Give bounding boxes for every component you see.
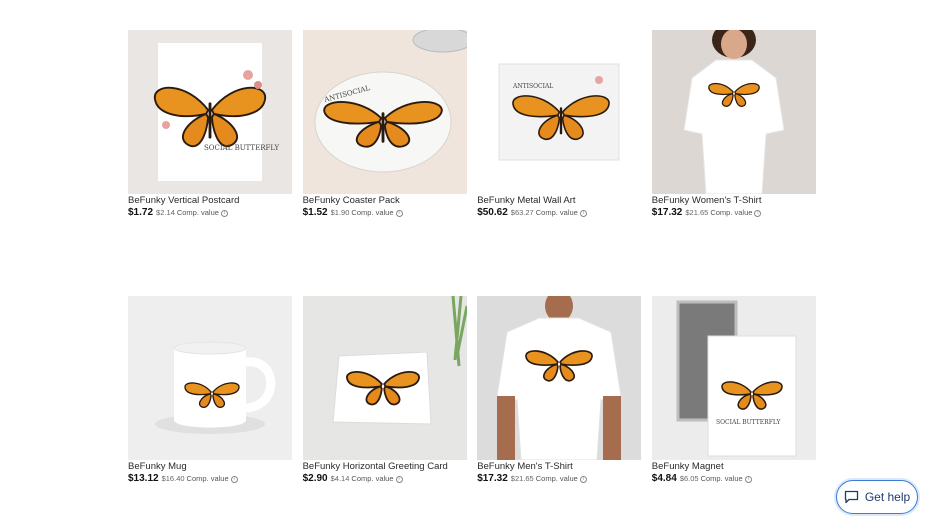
womens-tshirt-image[interactable] — [651, 30, 816, 194]
product-price: $17.32 — [477, 473, 508, 484]
magnet-image[interactable]: SOCIAL BUTTERFLY — [651, 296, 816, 460]
get-help-button[interactable]: Get help — [836, 480, 918, 514]
info-icon[interactable]: i — [395, 210, 403, 217]
product-title[interactable]: BeFunky Coaster Pack — [303, 195, 467, 207]
comp-label: Comp. value — [535, 474, 578, 483]
product-title[interactable]: BeFunky Mug — [128, 461, 292, 473]
comp-label: Comp. value — [710, 208, 753, 217]
product-title[interactable]: BeFunky Magnet — [652, 461, 816, 473]
svg-text:SOCIAL BUTTERFLY: SOCIAL BUTTERFLY — [716, 419, 781, 426]
comp-label: Comp. value — [535, 208, 578, 217]
comp-label: Comp. value — [351, 208, 394, 217]
mug-image[interactable] — [128, 296, 292, 460]
info-icon[interactable]: i — [220, 210, 228, 217]
product-card-magnet[interactable]: SOCIAL BUTTERFLY BeFunky Magnet $4.84 $6… — [651, 296, 816, 485]
product-title[interactable]: BeFunky Vertical Postcard — [128, 195, 292, 207]
comp-label: Comp. value — [176, 208, 219, 217]
comp-label: Comp. value — [700, 474, 743, 483]
price-line: $17.32 $21.65 Comp. value i — [652, 207, 816, 219]
info-icon[interactable]: i — [744, 476, 752, 483]
comp-label: Comp. value — [351, 474, 394, 483]
mens-tshirt-image[interactable] — [477, 296, 642, 460]
comp-price: $1.90 — [330, 208, 350, 217]
greeting-card-image[interactable] — [302, 296, 467, 460]
product-title[interactable]: BeFunky Women's T-Shirt — [652, 195, 816, 207]
product-price: $13.12 — [128, 473, 159, 484]
price-line: $50.62 $63.27 Comp. value i — [477, 207, 641, 219]
info-icon[interactable]: i — [395, 476, 403, 483]
price-line: $1.72 $2.14 Comp. value i — [128, 207, 292, 219]
info-icon[interactable]: i — [579, 476, 587, 483]
comp-price: $21.65 — [510, 474, 534, 483]
price-line: $13.12 $16.40 Comp. value i — [128, 473, 292, 485]
vertical-postcard-image[interactable]: SOCIAL BUTTERFLY — [128, 30, 292, 194]
product-title[interactable]: BeFunky Horizontal Greeting Card — [303, 461, 467, 473]
comp-price: $63.27 — [510, 208, 534, 217]
price-line: $4.84 $6.05 Comp. value i — [652, 473, 816, 485]
product-card-metal-wall-art[interactable]: ANTISOCIAL BeFunky Metal Wall Art $50.62… — [477, 30, 642, 219]
chat-bubble-icon — [844, 490, 858, 504]
svg-text:SOCIAL BUTTERFLY: SOCIAL BUTTERFLY — [204, 144, 280, 152]
comp-label: Comp. value — [186, 474, 229, 483]
product-card-coaster-pack[interactable]: ANTISOCIAL BeFunky Coaster Pack $1.52 $1… — [302, 30, 467, 219]
product-price: $2.90 — [302, 473, 328, 484]
product-card-horizontal-greeting-card[interactable]: BeFunky Horizontal Greeting Card $2.90 $… — [302, 296, 467, 485]
metal-wall-art-image[interactable]: ANTISOCIAL — [477, 30, 642, 194]
product-title[interactable]: BeFunky Metal Wall Art — [477, 195, 641, 207]
product-price: $1.52 — [302, 207, 328, 218]
product-price: $4.84 — [651, 473, 677, 484]
comp-price: $21.65 — [685, 208, 709, 217]
price-line: $1.52 $1.90 Comp. value i — [303, 207, 467, 219]
price-line: $2.90 $4.14 Comp. value i — [303, 473, 467, 485]
product-card-mug[interactable]: BeFunky Mug $13.12 $16.40 Comp. value i — [128, 296, 292, 485]
info-icon[interactable]: i — [579, 210, 587, 217]
product-price: $50.62 — [477, 207, 508, 218]
product-card-womens-tshirt[interactable]: BeFunky Women's T-Shirt $17.32 $21.65 Co… — [651, 30, 816, 219]
info-icon[interactable]: i — [230, 476, 238, 483]
product-card-vertical-postcard[interactable]: SOCIAL BUTTERFLY BeFunky Vertical Postca… — [128, 30, 292, 219]
coaster-pack-image[interactable]: ANTISOCIAL — [302, 30, 467, 194]
comp-price: $4.14 — [330, 474, 350, 483]
product-price: $1.72 — [128, 207, 154, 218]
product-grid-row-2: BeFunky Mug $13.12 $16.40 Comp. value i — [128, 296, 816, 485]
product-card-mens-tshirt[interactable]: BeFunky Men's T-Shirt $17.32 $21.65 Comp… — [477, 296, 642, 485]
comp-price: $16.40 — [161, 474, 185, 483]
comp-price: $6.05 — [679, 474, 699, 483]
price-line: $17.32 $21.65 Comp. value i — [477, 473, 641, 485]
product-price: $17.32 — [651, 207, 683, 218]
svg-text:ANTISOCIAL: ANTISOCIAL — [512, 83, 553, 90]
info-icon[interactable]: i — [754, 210, 762, 217]
product-grid-row-1: SOCIAL BUTTERFLY BeFunky Vertical Postca… — [128, 30, 816, 219]
comp-price: $2.14 — [156, 208, 175, 217]
product-title[interactable]: BeFunky Men's T-Shirt — [477, 461, 641, 473]
get-help-label: Get help — [864, 490, 911, 504]
